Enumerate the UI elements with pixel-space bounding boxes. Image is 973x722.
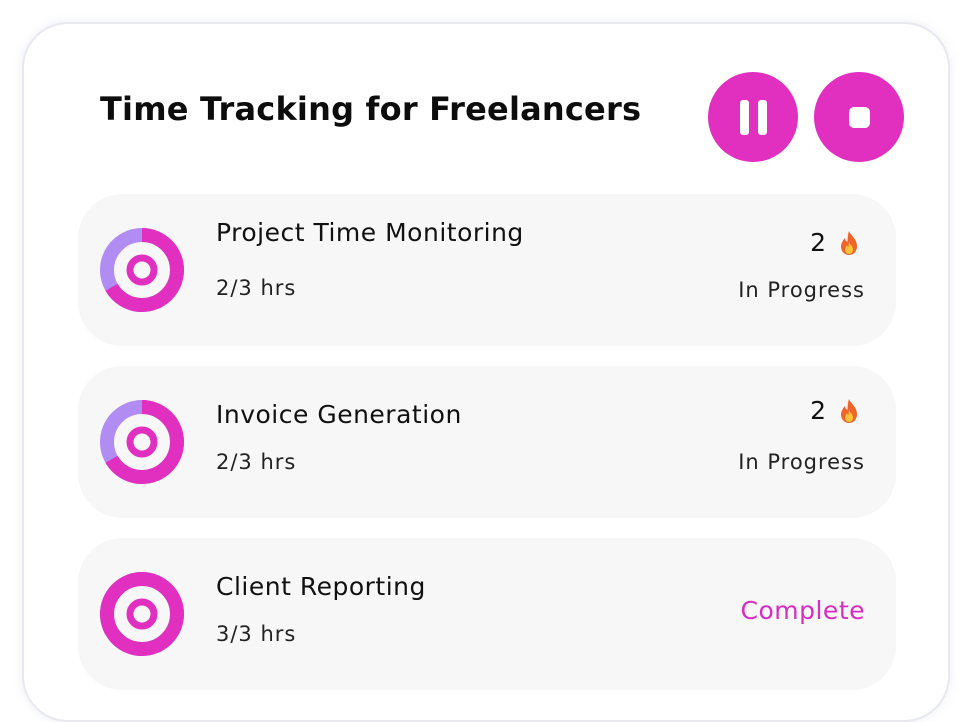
streak-count: 2	[810, 228, 860, 257]
task-name: Invoice Generation	[216, 400, 462, 429]
task-hours: 2/3 hrs	[216, 276, 297, 300]
progress-ring	[98, 226, 186, 314]
page-title: Time Tracking for Freelancers	[100, 90, 642, 128]
task-item[interactable]: Project Time Monitoring 2/3 hrs 2 In Pro…	[78, 194, 896, 346]
task-hours: 3/3 hrs	[216, 622, 297, 646]
pause-button[interactable]	[708, 72, 798, 162]
task-name: Project Time Monitoring	[216, 218, 524, 247]
progress-ring	[98, 570, 186, 658]
task-status: In Progress	[738, 278, 865, 302]
task-status: Complete	[740, 596, 865, 625]
pause-icon	[739, 99, 767, 135]
progress-ring-fill	[100, 572, 184, 656]
fire-icon	[841, 230, 857, 255]
stop-icon	[848, 106, 870, 128]
progress-ring	[98, 398, 186, 486]
task-name: Client Reporting	[216, 572, 426, 601]
streak-value: 2	[810, 228, 826, 257]
stop-button[interactable]	[814, 72, 904, 162]
task-status: In Progress	[738, 450, 865, 474]
streak-count: 2	[810, 396, 860, 425]
task-item[interactable]: Client Reporting 3/3 hrs Complete	[78, 538, 896, 690]
streak-value: 2	[810, 396, 826, 425]
fire-icon	[841, 398, 857, 423]
task-item[interactable]: Invoice Generation 2/3 hrs 2 In Progress	[78, 366, 896, 518]
task-hours: 2/3 hrs	[216, 450, 297, 474]
